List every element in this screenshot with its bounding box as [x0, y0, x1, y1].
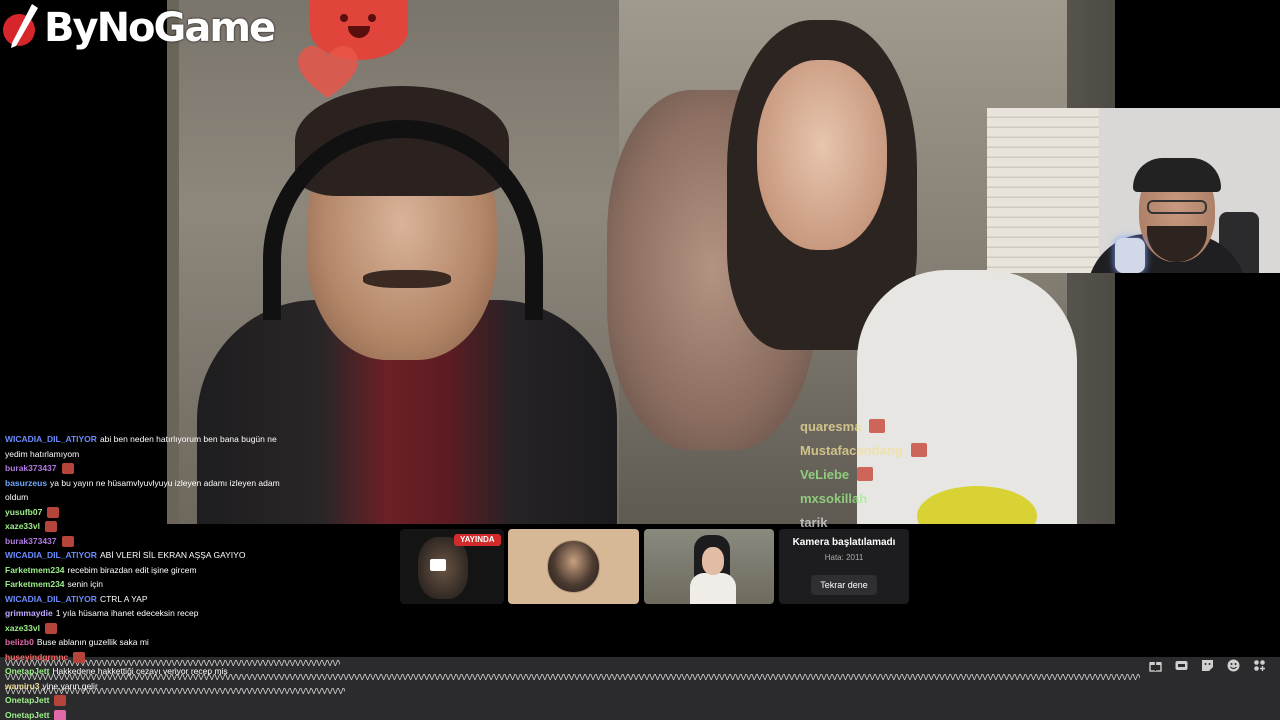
- emote-icon: [61, 535, 74, 547]
- chat-message: WICADIA_DIL_ATIYOR abi ben neden hatırlıy…: [0, 432, 290, 447]
- chat-username: basurzeus: [5, 477, 48, 488]
- apps-icon[interactable]: [1253, 659, 1266, 672]
- participant-tile-camera[interactable]: [644, 529, 774, 604]
- chat-username: burak373437: [5, 463, 57, 473]
- emote-icon: [857, 467, 874, 481]
- microphone-icon: [1115, 238, 1145, 273]
- chat-username: WICADIA_DIL_ATIYOR: [5, 550, 97, 560]
- emote-icon: [44, 622, 57, 634]
- chat-text: Hakkedene hakkettiği cezayı veriyor rece…: [52, 666, 228, 676]
- streamer-webcam: [987, 108, 1280, 273]
- chat-message: huseyindgrmnc: [0, 650, 290, 665]
- overlay-chat-line: mxsokillah: [800, 486, 960, 510]
- input-toolbar: [1149, 659, 1266, 672]
- chat-username: huseyindgrmnc: [5, 651, 69, 662]
- participant-tile-camera-error: Kamera başlatılamadı Hata: 2011 Tekrar d…: [779, 529, 909, 604]
- chat-message: xaze33vl: [0, 621, 290, 636]
- chat-username: Farketmem234: [5, 579, 65, 589]
- bynogame-logo: ByNoGame: [2, 0, 276, 56]
- heart-emoji-icon: [298, 45, 358, 98]
- chat-username: OnetapJett: [5, 709, 50, 720]
- camera-error-code: Hata: 2011: [824, 553, 864, 562]
- chat-username: Farketmem234: [5, 564, 65, 575]
- overlay-user: quaresma: [800, 418, 862, 434]
- chat-message: OnetapJett: [0, 693, 290, 708]
- chat-username: belizb0: [5, 637, 34, 647]
- chat-message: burak373437: [0, 534, 290, 549]
- emote-icon: [47, 506, 60, 518]
- overlay-user: tarik: [800, 514, 828, 530]
- chat-username: WICADIA_DIL_ATIYOR: [5, 434, 97, 444]
- emote-icon: [54, 709, 67, 720]
- chat-username: grimmaydie: [5, 608, 53, 618]
- live-badge: YAYINDA: [454, 534, 501, 546]
- overlay-chat-line: quaresma: [800, 414, 960, 438]
- chat-message: xaze33vl: [0, 519, 290, 534]
- chat-message: burak373437: [0, 461, 290, 476]
- chat-message: Farketmem234 senin için: [0, 577, 290, 592]
- overlay-user: VeLiebe: [800, 466, 850, 482]
- chat-username: xaze33vl: [5, 521, 40, 531]
- chat-message: yedim hatırlamıyom: [0, 447, 290, 462]
- emote-icon: [44, 521, 57, 533]
- emote-icon: [910, 443, 927, 457]
- chat-text: recebim birazdan edit işine gircem: [67, 564, 197, 575]
- sticker-icon[interactable]: [1201, 659, 1214, 672]
- chat-username: OnetapJett: [5, 666, 50, 676]
- emote-icon: [869, 419, 886, 433]
- chat-username: yusufb07: [5, 506, 43, 517]
- overlay-chat-line: Mustafacandang: [800, 438, 960, 462]
- chat-message: wamiru3 yine yarın gelir: [0, 679, 290, 694]
- chat-text: senin için: [67, 579, 103, 589]
- chat-text: yine yarın gelir: [42, 680, 98, 691]
- chat-message: OnetapJett: [0, 708, 290, 720]
- chat-username: wamiru3: [5, 680, 40, 691]
- screen-share-icon: [430, 559, 446, 571]
- logo-text: ByNoGame: [44, 5, 276, 51]
- chat-text: CTRL A YAP: [99, 593, 148, 604]
- chat-text: ABİ VLERİ SİL EKRAN AŞŞA GAYIYO: [99, 550, 246, 560]
- camera-error-title: Kamera başlatılamadı: [792, 537, 896, 548]
- chat-message: grimmaydie 1 yıla hüsama ihanet edeceksin…: [0, 606, 290, 621]
- chat-username: WICADIA_DIL_ATIYOR: [5, 593, 97, 604]
- gift-icon[interactable]: [1149, 659, 1162, 672]
- emote-icon: [73, 651, 86, 663]
- stream-overlay-chat: quaresma Mustafacandang VeLiebe mxsokill…: [800, 414, 960, 534]
- chat-message: WICADIA_DIL_ATIYOR CTRL A YAP: [0, 592, 290, 607]
- chat-text: abi ben neden hatırlıyorum ben bana bugü…: [99, 434, 277, 444]
- chat-message: yusufb07: [0, 505, 290, 520]
- overlay-user: Mustafacandang: [800, 442, 903, 458]
- chat-message: belizb0 Buse ablanın guzellik saka mi: [0, 635, 290, 650]
- chat-text: yedim hatırlamıyom: [5, 448, 80, 459]
- chat-text: 1 yıla hüsama ihanet edeceksin recep: [55, 608, 199, 618]
- emote-icon: [54, 695, 67, 707]
- gif-icon[interactable]: [1175, 659, 1188, 672]
- chat-username: xaze33vl: [5, 622, 40, 633]
- retry-button[interactable]: Tekrar dene: [811, 575, 877, 595]
- chat-username: OnetapJett: [5, 695, 50, 705]
- chat-message: OnetapJett Hakkedene hakkettiği cezayı ve…: [0, 664, 290, 679]
- overlay-chat-line: VeLiebe: [800, 462, 960, 486]
- emote-icon: [61, 463, 74, 475]
- overlay-user: mxsokillah: [800, 490, 868, 506]
- avatar: [547, 540, 600, 593]
- overlay-chat-line: tarik: [800, 510, 960, 534]
- chat-username: burak373437: [5, 535, 57, 546]
- chat-message: Farketmem234 recebim birazdan edit işine …: [0, 563, 290, 578]
- chat-text: Buse ablanın guzellik saka mi: [36, 637, 149, 647]
- participant-tile-avatar[interactable]: [508, 529, 639, 604]
- emoji-icon[interactable]: [1227, 659, 1240, 672]
- pen-logo-icon: [3, 4, 38, 48]
- chat-panel: WICADIA_DIL_ATIYOR abi ben neden hatırlıy…: [0, 432, 290, 720]
- chat-message: basurzeus ya bu yayın ne hüsamvlyuvlyuyu …: [0, 476, 290, 505]
- chat-message: WICADIA_DIL_ATIYOR ABİ VLERİ SİL EKRAN AŞ…: [0, 548, 290, 563]
